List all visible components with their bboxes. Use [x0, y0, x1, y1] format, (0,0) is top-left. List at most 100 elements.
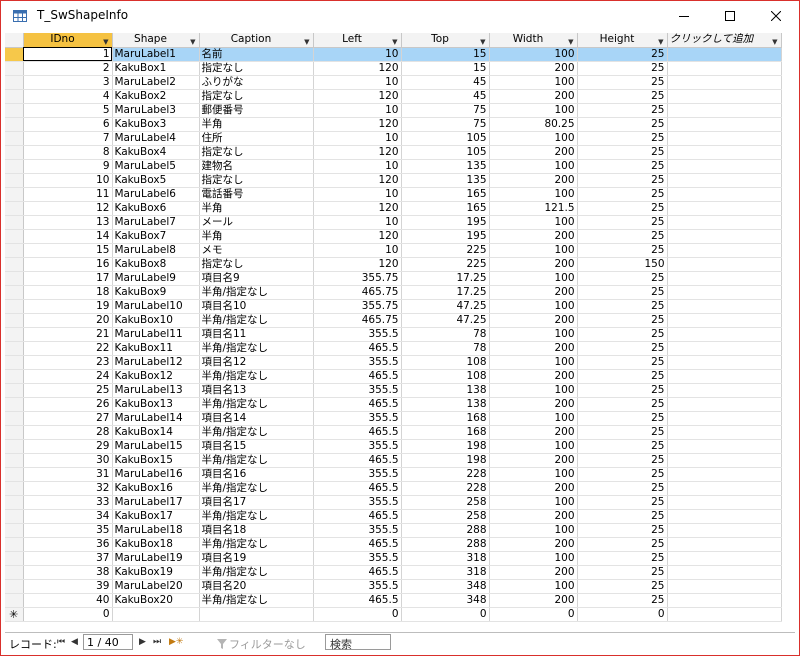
- cell-add[interactable]: [667, 467, 782, 482]
- cell-caption[interactable]: 項目名16: [199, 467, 314, 482]
- record-selector[interactable]: [5, 523, 24, 538]
- cell-left[interactable]: 465.5: [313, 593, 402, 608]
- cell-shape[interactable]: KakuBox16: [112, 481, 200, 496]
- cell-width[interactable]: 200: [489, 481, 578, 496]
- record-selector[interactable]: [5, 369, 24, 384]
- cell-add[interactable]: [667, 285, 782, 300]
- cell-left[interactable]: 465.5: [313, 369, 402, 384]
- table-row[interactable]: 12 KakuBox6 半角 120 165 121.5 25: [5, 201, 782, 216]
- cell-left[interactable]: 10: [313, 47, 402, 62]
- cell-left[interactable]: 465.5: [313, 509, 402, 524]
- cell-height[interactable]: 25: [577, 369, 668, 384]
- cell-left[interactable]: 355.5: [313, 411, 402, 426]
- cell-width[interactable]: 200: [489, 453, 578, 468]
- cell-idno[interactable]: 7: [23, 131, 113, 146]
- cell-caption[interactable]: 半角/指定なし: [199, 397, 314, 412]
- cell-caption[interactable]: 項目名11: [199, 327, 314, 342]
- cell-add[interactable]: [667, 565, 782, 580]
- cell-width[interactable]: 200: [489, 89, 578, 104]
- cell-top[interactable]: 78: [401, 327, 490, 342]
- cell-shape[interactable]: KakuBox20: [112, 593, 200, 608]
- cell-width[interactable]: 200: [489, 425, 578, 440]
- cell-add[interactable]: [667, 551, 782, 566]
- cell-idno[interactable]: 30: [23, 453, 113, 468]
- record-selector[interactable]: [5, 509, 24, 524]
- record-selector[interactable]: [5, 187, 24, 202]
- cell-idno[interactable]: 39: [23, 579, 113, 594]
- table-row[interactable]: 19 MaruLabel10 項目名10 355.75 47.25 100 25: [5, 299, 782, 314]
- cell-add[interactable]: [667, 509, 782, 524]
- cell-caption[interactable]: 郵便番号: [199, 103, 314, 118]
- cell-width[interactable]: 100: [489, 579, 578, 594]
- column-header-add[interactable]: クリックして追加 ▼: [667, 33, 782, 48]
- table-row[interactable]: 26 KakuBox13 半角/指定なし 465.5 138 200 25: [5, 397, 782, 412]
- cell-add[interactable]: [667, 299, 782, 314]
- cell-left[interactable]: 355.5: [313, 579, 402, 594]
- cell-add[interactable]: [667, 131, 782, 146]
- cell-shape[interactable]: MaruLabel2: [112, 75, 200, 90]
- cell-width[interactable]: 200: [489, 537, 578, 552]
- cell-top[interactable]: 258: [401, 509, 490, 524]
- table-row[interactable]: 40 KakuBox20 半角/指定なし 465.5 348 200 25: [5, 593, 782, 608]
- cell-top[interactable]: 195: [401, 229, 490, 244]
- cell-add[interactable]: [667, 215, 782, 230]
- cell-top[interactable]: 15: [401, 47, 490, 62]
- cell-idno[interactable]: 27: [23, 411, 113, 426]
- cell-shape[interactable]: MaruLabel1: [112, 47, 200, 62]
- cell-shape[interactable]: KakuBox14: [112, 425, 200, 440]
- dropdown-arrow-icon[interactable]: ▼: [392, 36, 397, 46]
- cell-height[interactable]: 25: [577, 425, 668, 440]
- cell-top[interactable]: 105: [401, 131, 490, 146]
- dropdown-arrow-icon[interactable]: ▼: [568, 36, 573, 46]
- cell-width[interactable]: 100: [489, 215, 578, 230]
- table-row[interactable]: 2 KakuBox1 指定なし 120 15 200 25: [5, 61, 782, 76]
- table-row[interactable]: 11 MaruLabel6 電話番号 10 165 100 25: [5, 187, 782, 202]
- cell-caption[interactable]: 指定なし: [199, 257, 314, 272]
- cell-caption[interactable]: 指定なし: [199, 145, 314, 160]
- cell-left[interactable]: 120: [313, 173, 402, 188]
- column-header-idno[interactable]: IDno ▼: [23, 33, 113, 48]
- cell-idno[interactable]: 19: [23, 299, 113, 314]
- cell-left[interactable]: 465.5: [313, 453, 402, 468]
- cell-width[interactable]: 100: [489, 495, 578, 510]
- cell-height[interactable]: 25: [577, 509, 668, 524]
- cell-height[interactable]: 25: [577, 327, 668, 342]
- cell-shape[interactable]: KakuBox5: [112, 173, 200, 188]
- cell-shape[interactable]: KakuBox15: [112, 453, 200, 468]
- table-row[interactable]: 15 MaruLabel8 メモ 10 225 100 25: [5, 243, 782, 258]
- cell-width[interactable]: 200: [489, 509, 578, 524]
- cell-height[interactable]: 25: [577, 187, 668, 202]
- record-selector[interactable]: [5, 397, 24, 412]
- cell-add[interactable]: [667, 495, 782, 510]
- cell-add[interactable]: [667, 201, 782, 216]
- cell-caption[interactable]: 半角/指定なし: [199, 565, 314, 580]
- cell-add[interactable]: [667, 537, 782, 552]
- table-row[interactable]: 39 MaruLabel20 項目名20 355.5 348 100 25: [5, 579, 782, 594]
- cell-add[interactable]: [667, 341, 782, 356]
- cell-caption[interactable]: 名前: [199, 47, 314, 62]
- table-row[interactable]: 24 KakuBox12 半角/指定なし 465.5 108 200 25: [5, 369, 782, 384]
- cell-left[interactable]: 10: [313, 243, 402, 258]
- cell-caption[interactable]: 項目名17: [199, 495, 314, 510]
- cell-idno[interactable]: 4: [23, 89, 113, 104]
- cell-width[interactable]: 100: [489, 75, 578, 90]
- table-row[interactable]: 9 MaruLabel5 建物名 10 135 100 25: [5, 159, 782, 174]
- cell-caption[interactable]: 住所: [199, 131, 314, 146]
- cell-caption[interactable]: 項目名9: [199, 271, 314, 286]
- cell-idno[interactable]: 12: [23, 201, 113, 216]
- cell-left[interactable]: 10: [313, 131, 402, 146]
- cell-add[interactable]: [667, 89, 782, 104]
- cell-width[interactable]: 100: [489, 467, 578, 482]
- record-position-input[interactable]: 1 / 40: [83, 634, 133, 650]
- cell-height[interactable]: 25: [577, 565, 668, 580]
- cell-caption[interactable]: 指定なし: [199, 89, 314, 104]
- cell-caption[interactable]: 半角/指定なし: [199, 285, 314, 300]
- cell-height[interactable]: 25: [577, 285, 668, 300]
- cell-idno[interactable]: 34: [23, 509, 113, 524]
- cell-caption[interactable]: 半角/指定なし: [199, 425, 314, 440]
- record-selector[interactable]: [5, 159, 24, 174]
- cell-top[interactable]: 168: [401, 411, 490, 426]
- cell-shape[interactable]: MaruLabel10: [112, 299, 200, 314]
- cell-idno[interactable]: 25: [23, 383, 113, 398]
- cell-left[interactable]: 355.5: [313, 439, 402, 454]
